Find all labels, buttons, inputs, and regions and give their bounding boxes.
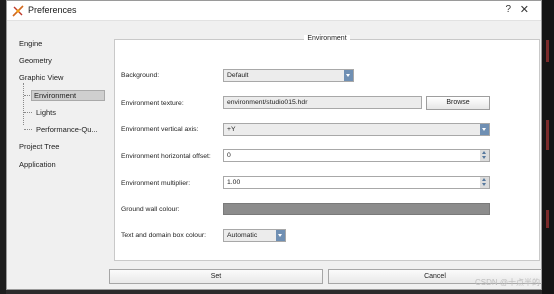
nav-item-project-tree[interactable]: Project Tree bbox=[19, 142, 59, 151]
panel-title: Environment bbox=[115, 35, 539, 42]
text-domain-colour-dropdown[interactable]: Automatic bbox=[223, 229, 286, 242]
nav-item-geometry[interactable]: Geometry bbox=[19, 56, 52, 65]
nav-item-application[interactable]: Application bbox=[19, 160, 56, 169]
multiplier-label: Environment multiplier: bbox=[121, 180, 191, 187]
preferences-dialog: Preferences ? ✕ Engine Geometry Graphic … bbox=[6, 0, 542, 290]
nav-item-lights[interactable]: Lights bbox=[36, 108, 56, 117]
desktop-backdrop-right bbox=[542, 0, 554, 294]
tree-connector bbox=[24, 129, 32, 130]
ground-wall-colour-swatch[interactable] bbox=[223, 203, 490, 215]
vertical-axis-label: Environment vertical axis: bbox=[121, 126, 199, 133]
watermark: CSDN @十点半的 bbox=[474, 278, 540, 287]
chevron-down-icon bbox=[480, 124, 489, 135]
environment-texture-label: Environment texture: bbox=[121, 100, 184, 107]
backdrop-stripe bbox=[546, 120, 549, 150]
chevron-down-icon bbox=[344, 70, 353, 81]
vertical-axis-dropdown[interactable]: +Y bbox=[223, 123, 490, 136]
ground-wall-colour-label: Ground wall colour: bbox=[121, 206, 180, 213]
backdrop-stripe bbox=[546, 40, 549, 62]
nav-item-graphic-view[interactable]: Graphic View bbox=[19, 73, 63, 82]
horizontal-offset-label: Environment horizontal offset: bbox=[121, 153, 211, 160]
close-button[interactable]: ✕ bbox=[520, 3, 529, 16]
nav-item-environment[interactable]: Environment bbox=[31, 90, 105, 101]
browse-button[interactable]: Browse bbox=[426, 96, 490, 110]
backdrop-stripe bbox=[546, 210, 549, 228]
spin-arrows-icon[interactable] bbox=[480, 177, 489, 188]
background-label: Background: bbox=[121, 72, 160, 79]
tree-connector bbox=[24, 112, 32, 113]
environment-texture-field[interactable]: environment/studio015.hdr bbox=[223, 96, 422, 109]
help-button[interactable]: ? bbox=[505, 4, 511, 15]
nav-item-engine[interactable]: Engine bbox=[19, 39, 42, 48]
horizontal-offset-spinbox[interactable]: 0 bbox=[223, 149, 490, 162]
text-domain-colour-label: Text and domain box colour: bbox=[121, 232, 207, 239]
background-dropdown[interactable]: Default bbox=[223, 69, 354, 82]
app-icon bbox=[12, 5, 24, 17]
multiplier-spinbox[interactable]: 1.00 bbox=[223, 176, 490, 189]
environment-settings-panel: Environment Background: Default Environm… bbox=[114, 35, 540, 261]
chevron-down-icon bbox=[276, 230, 285, 241]
nav-item-performance-quality[interactable]: Performance-Qu... bbox=[36, 125, 98, 134]
title-bar[interactable]: Preferences ? ✕ bbox=[7, 1, 541, 21]
tree-connector bbox=[23, 83, 24, 125]
set-button[interactable]: Set bbox=[109, 269, 323, 284]
spin-arrows-icon[interactable] bbox=[480, 150, 489, 161]
window-title: Preferences bbox=[28, 5, 77, 15]
